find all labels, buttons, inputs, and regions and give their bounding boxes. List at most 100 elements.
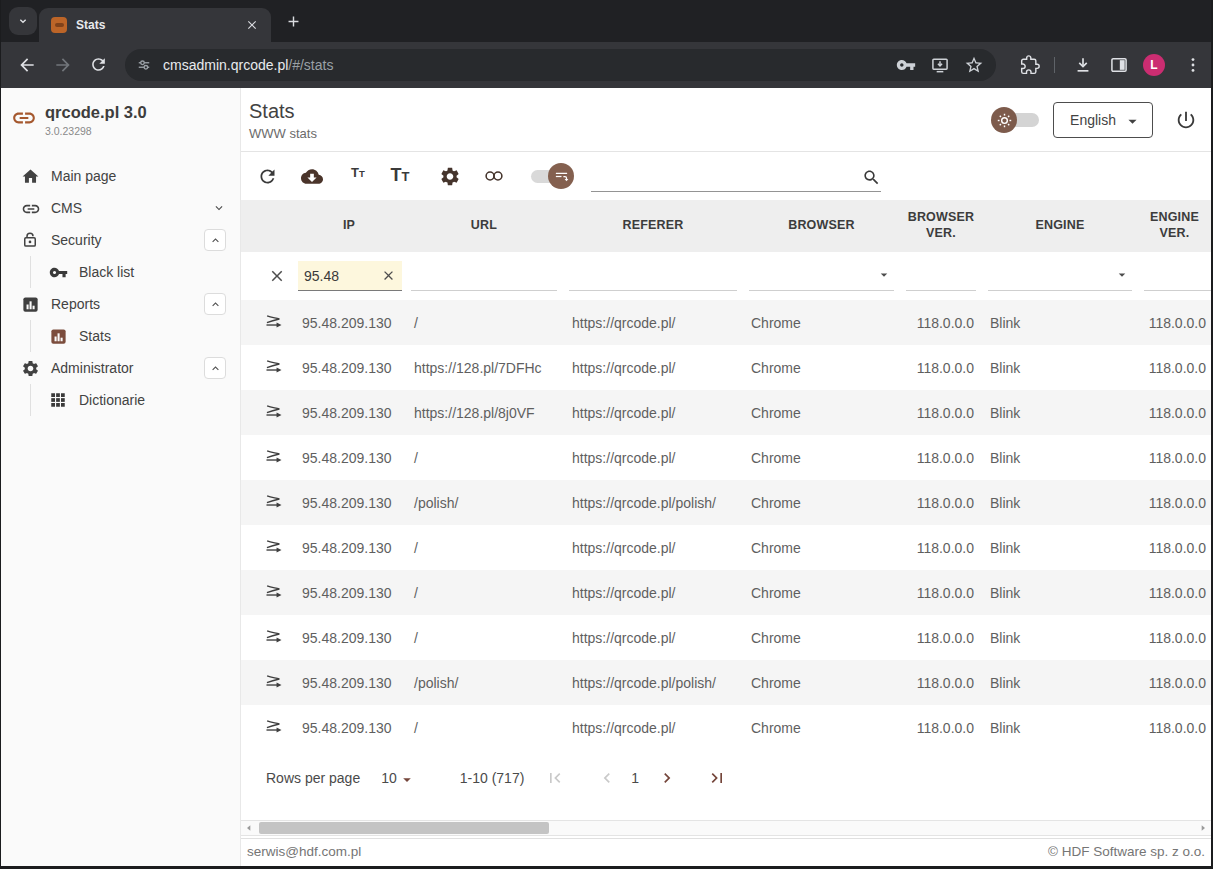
sidebar-item-reports[interactable]: Reports <box>1 288 240 320</box>
export-button[interactable] <box>301 165 323 187</box>
clear-filters-button[interactable] <box>241 252 293 300</box>
font-increase-button[interactable]: TT <box>389 165 411 187</box>
column-header-url[interactable]: URL <box>405 218 563 234</box>
clear-icon[interactable] <box>381 268 396 283</box>
table-row[interactable]: 95.48.209.130 / https://qrcode.pl/ Chrom… <box>241 300 1211 345</box>
sidebar-item-administrator[interactable]: Administrator <box>1 352 240 384</box>
filter-browser[interactable] <box>743 261 900 291</box>
row-detail-button[interactable] <box>241 447 293 469</box>
links-button[interactable] <box>483 165 505 187</box>
prev-page-button[interactable] <box>597 768 617 788</box>
avatar-letter: L <box>1150 58 1157 72</box>
cell-ip: 95.48.209.130 <box>293 495 405 511</box>
row-detail-button[interactable] <box>241 717 293 739</box>
address-bar[interactable]: cmsadmin.qrcode.pl/#/stats <box>125 49 996 81</box>
sidebar-item-cms[interactable]: CMS <box>1 192 240 224</box>
filter-browser-ver[interactable] <box>900 261 982 291</box>
first-page-button[interactable] <box>545 768 565 788</box>
filter-engine-ver[interactable] <box>1138 261 1211 291</box>
site-info-icon[interactable] <box>135 56 153 74</box>
table-row[interactable]: 95.48.209.130 / https://qrcode.pl/ Chrom… <box>241 705 1211 750</box>
refresh-button[interactable] <box>256 165 278 187</box>
language-select[interactable]: English <box>1053 102 1153 138</box>
filter-url[interactable] <box>405 261 563 291</box>
browser-menu-button[interactable] <box>1183 55 1203 75</box>
filter-referer[interactable] <box>563 261 743 291</box>
filter-toggle[interactable] <box>529 163 575 189</box>
sidebar-item-security[interactable]: Security <box>1 224 240 256</box>
settings-button[interactable] <box>439 165 461 187</box>
row-detail-button[interactable] <box>241 492 293 514</box>
font-decrease-button[interactable]: TT <box>347 165 369 187</box>
row-detail-button[interactable] <box>241 537 293 559</box>
password-key-icon[interactable] <box>896 55 916 75</box>
row-detail-button[interactable] <box>241 672 293 694</box>
table-row[interactable]: 95.48.209.130 https://128.pl/8j0VF https… <box>241 390 1211 435</box>
new-tab-button[interactable] <box>284 12 302 30</box>
scroll-left-arrow[interactable] <box>241 821 257 835</box>
row-detail-button[interactable] <box>241 582 293 604</box>
extensions-button[interactable] <box>1020 55 1040 75</box>
browser-tab[interactable]: Stats <box>39 8 271 42</box>
cell-ip: 95.48.209.130 <box>293 585 405 601</box>
table-row[interactable]: 95.48.209.130 / https://qrcode.pl/ Chrom… <box>241 615 1211 660</box>
horizontal-scrollbar[interactable] <box>241 820 1211 836</box>
row-detail-button[interactable] <box>241 357 293 379</box>
table-row[interactable]: 95.48.209.130 / https://qrcode.pl/ Chrom… <box>241 525 1211 570</box>
forward-button[interactable] <box>53 55 73 75</box>
chevron-down-icon[interactable] <box>212 201 226 215</box>
downloads-button[interactable] <box>1073 55 1093 75</box>
filter-engine[interactable] <box>982 261 1138 291</box>
collapse-button[interactable] <box>204 357 226 379</box>
cell-ip: 95.48.209.130 <box>293 720 405 736</box>
collapse-button[interactable] <box>204 293 226 315</box>
table-row[interactable]: 95.48.209.130 / https://qrcode.pl/ Chrom… <box>241 435 1211 480</box>
last-page-icon <box>707 768 727 788</box>
column-header-browser-ver[interactable]: BROWSER VER. <box>900 210 982 241</box>
table-row[interactable]: 95.48.209.130 / https://qrcode.pl/ Chrom… <box>241 570 1211 615</box>
install-app-icon[interactable] <box>930 55 950 75</box>
next-page-button[interactable] <box>657 768 677 788</box>
row-detail-button[interactable] <box>241 402 293 424</box>
bookmark-star-icon[interactable] <box>964 55 984 75</box>
infinity-icon <box>483 162 505 190</box>
tab-search-button[interactable] <box>9 7 37 35</box>
theme-toggle[interactable] <box>991 107 1039 133</box>
column-header-engine-ver[interactable]: ENGINE VER. <box>1138 210 1211 241</box>
column-header-browser[interactable]: BROWSER <box>743 218 900 234</box>
rows-per-page-select[interactable]: 10 <box>381 770 414 787</box>
row-detail-button[interactable] <box>241 627 293 649</box>
cell-url: / <box>405 540 563 556</box>
row-detail-button[interactable] <box>241 312 293 334</box>
tab-close-button[interactable] <box>243 16 261 34</box>
dropdown-arrow-icon[interactable] <box>878 269 890 281</box>
table-row[interactable]: 95.48.209.130 https://128.pl/7DFHc https… <box>241 345 1211 390</box>
filter-ip[interactable]: 95.48 <box>293 261 405 291</box>
cell-referer: https://qrcode.pl/ <box>563 315 743 331</box>
dropdown-arrow-icon[interactable] <box>1116 269 1128 281</box>
reload-button[interactable] <box>89 55 109 75</box>
sidebar-item-black-list[interactable]: Black list <box>1 256 240 288</box>
table-row[interactable]: 95.48.209.130 /polish/ https://qrcode.pl… <box>241 660 1211 705</box>
column-header-ip[interactable]: IP <box>293 218 405 234</box>
last-page-button[interactable] <box>707 768 727 788</box>
scroll-right-arrow[interactable] <box>1195 821 1211 835</box>
search-input[interactable] <box>591 162 881 192</box>
logout-button[interactable] <box>1175 109 1197 131</box>
arrow-forward-icon <box>53 55 73 75</box>
scrollbar-thumb[interactable] <box>259 822 549 834</box>
column-header-referer[interactable]: REFERER <box>563 218 743 234</box>
sidebar-item-stats[interactable]: Stats <box>1 320 240 352</box>
cell-browser: Chrome <box>743 585 900 601</box>
table-row[interactable]: 95.48.209.130 /polish/ https://qrcode.pl… <box>241 480 1211 525</box>
sidebar-item-dictionarie[interactable]: Dictionarie <box>1 384 240 416</box>
power-icon <box>1175 109 1197 131</box>
cell-browser-ver: 118.0.0.0 <box>900 450 982 466</box>
side-panel-button[interactable] <box>1109 55 1129 75</box>
sidebar-item-main-page[interactable]: Main page <box>1 160 240 192</box>
back-button[interactable] <box>17 55 37 75</box>
profile-avatar[interactable]: L <box>1143 54 1165 76</box>
column-header-engine[interactable]: ENGINE <box>982 218 1138 234</box>
collapse-button[interactable] <box>204 229 226 251</box>
footer-email[interactable]: serwis@hdf.com.pl <box>247 844 361 859</box>
